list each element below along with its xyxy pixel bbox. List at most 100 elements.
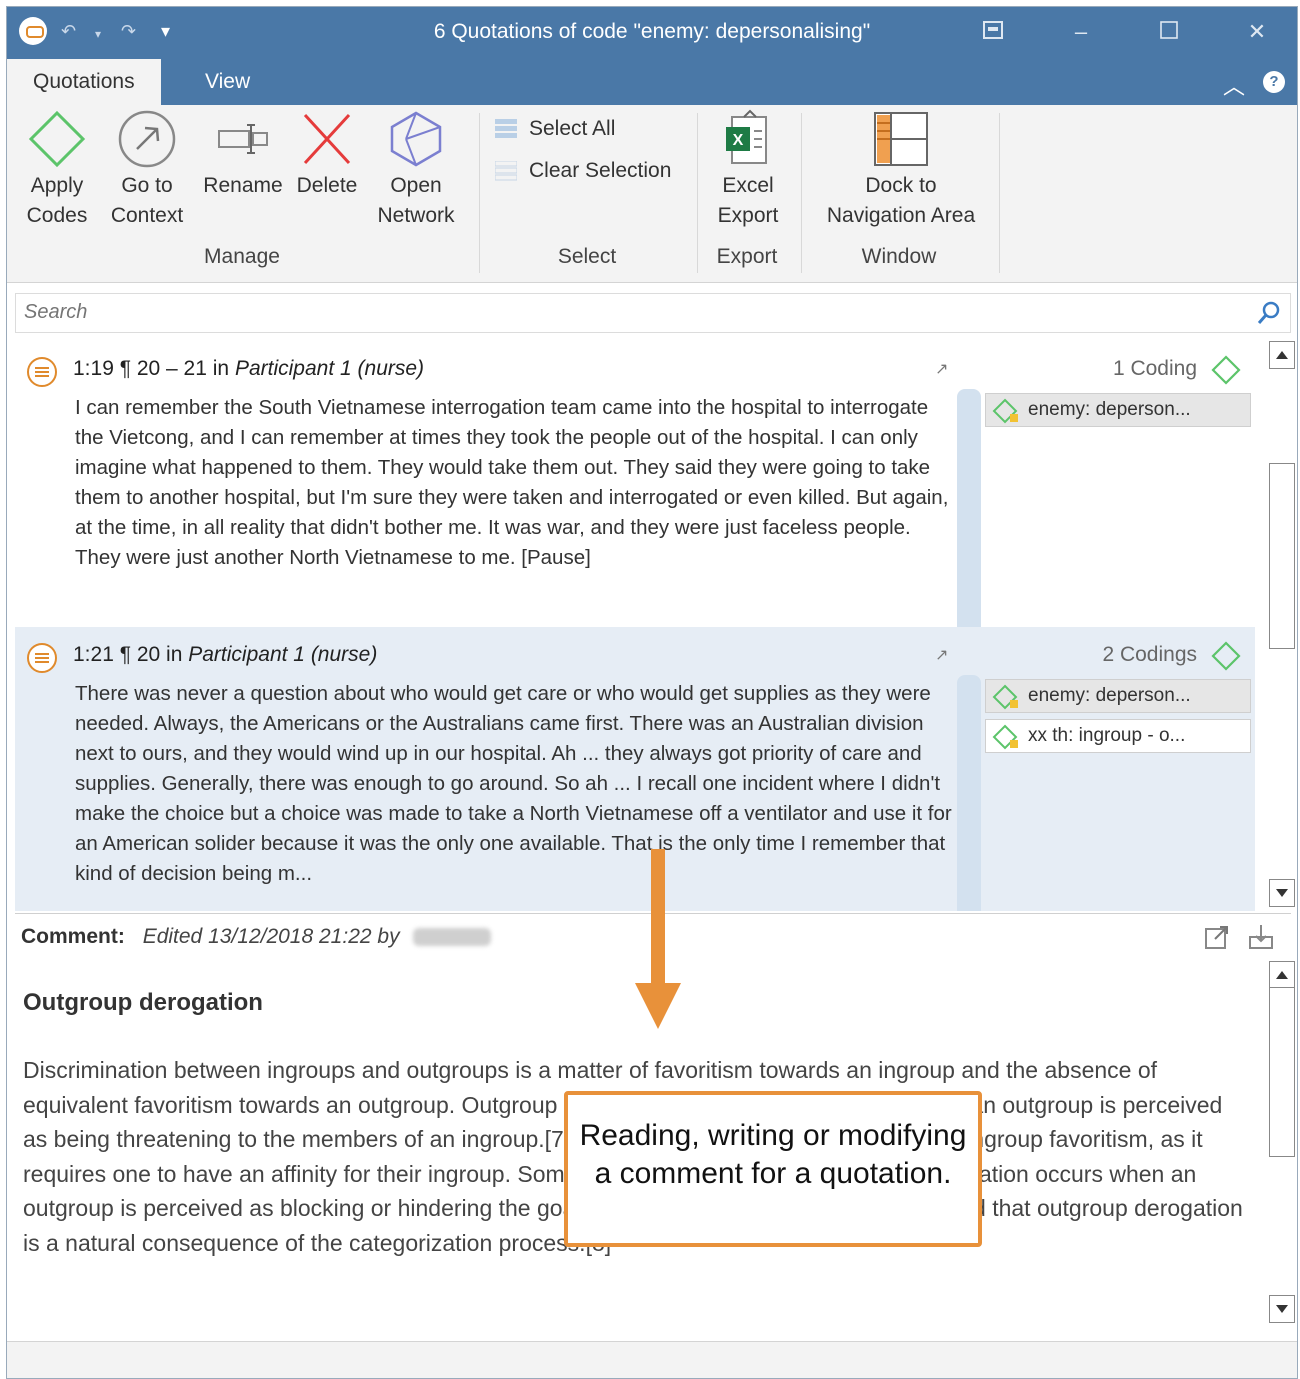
status-bar	[7, 1341, 1297, 1378]
quotation-id: 1:21	[73, 643, 114, 666]
scroll-thumb[interactable]	[1269, 987, 1295, 1157]
minimize-button[interactable]: –	[1067, 19, 1095, 45]
quotation-in-label: in	[212, 357, 230, 380]
clear-selection-button[interactable]: Clear Selection	[495, 159, 671, 183]
rename-label: Rename	[203, 174, 283, 197]
code-icon	[992, 724, 1018, 750]
quotation-paragraph: ¶ 20 – 21	[119, 357, 207, 380]
quotation-header: 1:21 ¶ 20 in Participant 1 (nurse)	[73, 643, 377, 667]
search-icon[interactable]	[1256, 300, 1282, 326]
comment-edited-info: Edited 13/12/2018 21:22 by	[142, 925, 400, 948]
quotation-text: I can remember the South Vietnamese inte…	[75, 396, 949, 569]
code-icon	[992, 684, 1018, 710]
scroll-thumb[interactable]	[1269, 463, 1295, 649]
apply-codes-label: Apply Codes	[26, 174, 88, 227]
tab-quotations[interactable]: Quotations	[7, 59, 161, 105]
scroll-down-button[interactable]	[1269, 1295, 1295, 1323]
go-to-context-label: Go to Context	[110, 174, 184, 227]
search-bar	[15, 293, 1291, 333]
open-network-label: Open Network	[377, 174, 455, 227]
expand-arrow-icon[interactable]: ↗	[935, 645, 948, 665]
excel-export-button[interactable]: X Excel Export	[707, 109, 789, 231]
tab-view[interactable]: View	[179, 59, 276, 105]
delete-label: Delete	[296, 174, 358, 197]
quotation-manager-window: ↶ ▾ ↷ ▾ 6 Quotations of code "enemy: dep…	[6, 6, 1298, 1379]
scroll-down-button[interactable]	[1269, 879, 1295, 907]
code-chip[interactable]: enemy: deperson...	[985, 393, 1251, 427]
delete-icon	[303, 113, 351, 165]
select-all-button[interactable]: Select All	[495, 117, 615, 141]
save-comment-icon[interactable]	[1247, 923, 1275, 951]
code-icon	[992, 398, 1018, 424]
rename-button[interactable]: Rename	[201, 109, 285, 201]
quotation-with-comment-icon	[27, 643, 57, 673]
clear-selection-label: Clear Selection	[529, 159, 672, 182]
window-title: 6 Quotations of code "enemy: depersonali…	[433, 20, 871, 43]
group-divider	[479, 113, 480, 273]
quotation-list: 1:19 ¶ 20 – 21 in Participant 1 (nurse) …	[15, 341, 1267, 911]
dock-to-navigation-button[interactable]: Dock to Navigation Area	[813, 109, 989, 231]
open-network-button[interactable]: Open Network	[371, 109, 461, 231]
quotation-item-selected[interactable]: 1:21 ¶ 20 in Participant 1 (nurse) ↗ The…	[15, 627, 1255, 911]
quotation-header: 1:19 ¶ 20 – 21 in Participant 1 (nurse)	[73, 357, 424, 381]
code-diamond-icon[interactable]	[1211, 641, 1241, 671]
go-to-context-icon	[118, 110, 176, 168]
comment-title: Outgroup derogation	[23, 989, 263, 1016]
author-name-redacted	[413, 928, 492, 947]
callout-arrow	[651, 849, 665, 987]
apply-codes-button[interactable]: Apply Codes	[21, 109, 93, 231]
go-to-context-button[interactable]: Go to Context	[105, 109, 189, 231]
ribbon-tabs: Quotations View ︿ ?	[7, 59, 1297, 105]
restore-layout-icon[interactable]	[979, 19, 1007, 45]
group-label-select: Select	[557, 245, 617, 268]
network-icon	[390, 111, 442, 167]
excel-export-label: Excel Export	[717, 174, 779, 227]
quotation-paragraph: ¶ 20	[119, 643, 161, 666]
code-label: enemy: deperson...	[1028, 399, 1191, 420]
group-label-export: Export	[716, 245, 778, 268]
quotation-source: Participant 1 (nurse)	[234, 357, 425, 380]
rename-icon	[218, 124, 268, 154]
group-divider	[801, 113, 802, 273]
coding-margin	[957, 675, 981, 911]
comment-label: Comment:	[21, 925, 125, 948]
select-all-icon	[495, 119, 517, 139]
group-label-manage: Manage	[204, 245, 280, 268]
maximize-button[interactable]	[1155, 19, 1183, 45]
apply-codes-icon	[28, 110, 86, 168]
code-label: enemy: deperson...	[1028, 685, 1191, 706]
quotation-item[interactable]: 1:19 ¶ 20 – 21 in Participant 1 (nurse) …	[15, 341, 1255, 629]
comment-scrollbar[interactable]	[1269, 961, 1295, 1333]
scroll-up-button[interactable]	[1269, 961, 1295, 989]
help-icon[interactable]: ?	[1263, 71, 1285, 93]
open-comment-editor-icon[interactable]	[1203, 923, 1231, 951]
select-all-label: Select All	[529, 117, 616, 140]
annotation-callout: Reading, writing or modifying a comment …	[564, 1091, 982, 1247]
close-button[interactable]: ✕	[1243, 19, 1271, 45]
quotation-in-label: in	[166, 643, 183, 666]
code-chip[interactable]: enemy: deperson...	[985, 679, 1251, 713]
coding-count: 2 Codings	[1102, 643, 1197, 666]
ribbon: Apply Codes Go to Context Rename Delete …	[7, 105, 1297, 283]
callout-arrow-head	[635, 983, 681, 1029]
collapse-ribbon-icon[interactable]: ︿	[1223, 69, 1245, 101]
code-diamond-icon[interactable]	[1211, 355, 1241, 385]
comment-header: Comment: Edited 13/12/2018 21:22 by	[21, 925, 492, 949]
scroll-up-button[interactable]	[1269, 341, 1295, 369]
delete-button[interactable]: Delete	[291, 109, 363, 201]
dock-icon	[874, 112, 928, 166]
clear-selection-icon	[495, 161, 517, 181]
dock-label: Dock to Navigation Area	[826, 174, 976, 227]
code-chip[interactable]: xx th: ingroup - o...	[985, 719, 1251, 753]
quotation-icon	[27, 357, 57, 387]
quotation-text: There was never a question about who wou…	[75, 682, 952, 885]
excel-icon: X	[726, 109, 767, 164]
title-bar: ↶ ▾ ↷ ▾ 6 Quotations of code "enemy: dep…	[7, 7, 1297, 59]
search-input[interactable]	[16, 294, 1216, 330]
expand-arrow-icon[interactable]: ↗	[935, 359, 948, 379]
coding-count: 1 Coding	[1112, 357, 1197, 380]
code-label: xx th: ingroup - o...	[1028, 725, 1186, 746]
quotation-list-scrollbar[interactable]	[1269, 341, 1295, 913]
quotation-source: Participant 1 (nurse)	[188, 643, 378, 666]
svg-text:X: X	[733, 132, 744, 149]
